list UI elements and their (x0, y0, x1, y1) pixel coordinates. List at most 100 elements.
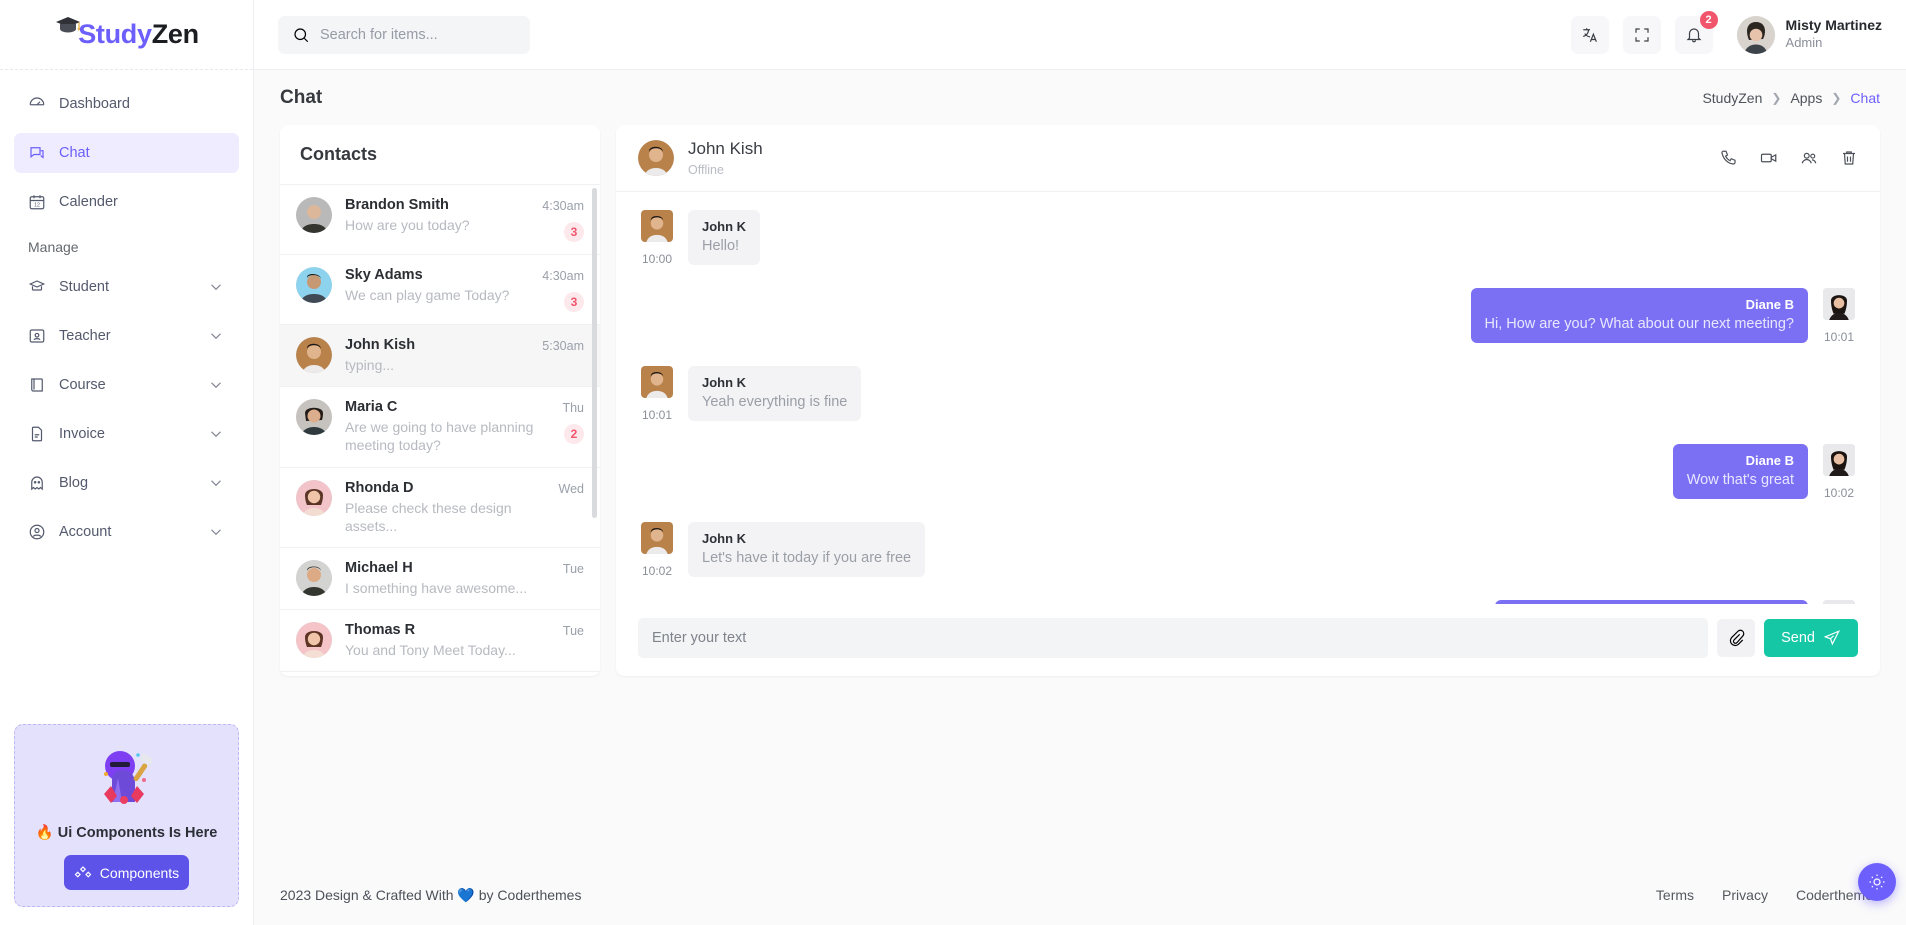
breadcrumb-item-apps[interactable]: Apps (1790, 90, 1822, 106)
sidebar-item-calender[interactable]: 12 Calender (14, 182, 239, 222)
mining-illustration (25, 740, 228, 818)
breadcrumb: StudyZen ❯ Apps ❯ Chat (1702, 90, 1880, 106)
footer-copyright-post: by Coderthemes (478, 886, 582, 903)
message-text: Yeah everything is fine (702, 394, 848, 410)
search-box[interactable] (278, 15, 530, 54)
contact-name: Rhonda D (345, 479, 414, 496)
contacts-list[interactable]: Brandon Smith How are you today? 4:30am … (280, 184, 600, 676)
book-icon (28, 376, 46, 394)
sidebar-item-label: Student (59, 279, 109, 295)
avatar (1736, 15, 1775, 54)
avatar (1823, 288, 1855, 320)
contact-time: 4:30am (542, 269, 584, 283)
language-button[interactable] (1570, 15, 1609, 54)
attach-button[interactable] (1717, 619, 1756, 657)
contact-message: How are you today? (345, 217, 470, 233)
message-text: Hi, How are you? What about our next mee… (1484, 316, 1795, 332)
contact-item-rhonda-d[interactable]: Rhonda D Please check these design asset… (280, 466, 600, 547)
contact-meta: 4:30am 3 (542, 267, 584, 312)
contact-meta: 4:30am 3 (542, 197, 584, 242)
contact-body: John Kish typing... (345, 337, 529, 374)
send-button-label: Send (1781, 630, 1815, 646)
theme-toggle-button[interactable] (1858, 863, 1896, 901)
avatar (296, 622, 332, 659)
message-item: 10:01 John K Yeah everything is fine (638, 366, 1858, 422)
sidebar-item-blog[interactable]: Blog (14, 463, 239, 503)
sun-icon (1868, 873, 1886, 891)
sidebar-item-dashboard[interactable]: Dashboard (14, 84, 239, 124)
message-sender: John K (702, 531, 747, 546)
chat-actions (1720, 149, 1858, 167)
components-button[interactable]: Components (64, 855, 189, 890)
message-item: Diane B Wow that's great 10:02 (638, 444, 1858, 500)
sidebar-item-invoice[interactable]: Invoice (14, 414, 239, 454)
chat-header: John Kish Offline (616, 125, 1880, 192)
calendar-icon: 12 (28, 193, 46, 211)
contact-item-jonsy-k[interactable]: Jonsy K Howdy? Tue (280, 671, 600, 676)
user-menu[interactable]: Misty Martinez Admin (1736, 15, 1882, 54)
sidebar-item-course[interactable]: Course (14, 365, 239, 405)
message-bubble: Diane B Wow that's great (1672, 444, 1808, 499)
call-button[interactable] (1720, 149, 1738, 167)
fullscreen-button[interactable] (1622, 15, 1661, 54)
message-input[interactable] (638, 618, 1709, 658)
sidebar-item-teacher[interactable]: Teacher (14, 316, 239, 356)
contacts-scrollbar[interactable] (592, 188, 597, 518)
notifications-button[interactable]: 2 (1674, 10, 1718, 54)
sidebar-item-student[interactable]: Student (14, 267, 239, 307)
message-item: 10:02 John K Let's have it today if you … (638, 522, 1858, 578)
search-icon (292, 26, 310, 44)
content: Contacts Brandon Smith How are you today… (254, 125, 1906, 865)
contact-body: Brandon Smith How are you today? (345, 197, 529, 234)
contact-name: Sky Adams (345, 267, 423, 283)
chat-peer-name: John Kish (688, 139, 763, 158)
chevron-down-icon (207, 523, 225, 541)
avatar (641, 522, 673, 554)
contact-meta: Tue (563, 560, 584, 576)
message-side: 10:02 (1820, 444, 1858, 500)
message-side: 10:01 (1820, 288, 1858, 344)
breadcrumb-item-studyzen[interactable]: StudyZen (1702, 90, 1762, 106)
sidebar-item-label: Dashboard (59, 96, 130, 112)
contact-item-sky-adams[interactable]: Sky Adams We can play game Today? 4:30am… (280, 254, 600, 324)
avatar (296, 337, 332, 373)
contact-item-john-kish[interactable]: John Kish typing... 5:30am (280, 324, 600, 387)
avatar (641, 210, 673, 242)
avatar (296, 197, 332, 233)
brand-text: StudyZen (78, 19, 199, 50)
footer-link-terms[interactable]: Terms (1656, 887, 1694, 903)
contact-item-maria-c[interactable]: Maria C Are we going to have planning me… (280, 386, 600, 466)
contact-message: typing... (345, 357, 395, 373)
contact-meta: Thu 2 (562, 399, 584, 445)
message-item: 10:00 John K Hello! (638, 210, 1858, 266)
sidebar-item-chat[interactable]: Chat (14, 133, 239, 173)
topbar: 2 Misty Martinez Admin (254, 0, 1906, 70)
video-call-button[interactable] (1760, 149, 1778, 167)
contact-time: 5:30am (542, 339, 584, 353)
sidebar-item-label: Invoice (59, 426, 105, 442)
contact-body: Michael H I something have awesome... (345, 560, 550, 597)
message-text: Hello! (702, 238, 740, 254)
page-header: Chat StudyZen ❯ Apps ❯ Chat (254, 70, 1906, 125)
user-role: Admin (1785, 34, 1823, 50)
send-plane-icon (1823, 629, 1841, 647)
dashboard-icon (28, 95, 46, 113)
contact-meta: 5:30am (542, 337, 584, 353)
message-time: 10:01 (641, 408, 673, 422)
message-bubble: Diane B Hi, How are you? What about our … (1470, 288, 1808, 343)
contact-item-brandon-smith[interactable]: Brandon Smith How are you today? 4:30am … (280, 184, 600, 254)
file-icon (28, 425, 46, 443)
participants-button[interactable] (1800, 149, 1818, 167)
sidebar-item-account[interactable]: Account (14, 512, 239, 552)
sidebar-item-label: Blog (59, 475, 89, 491)
sidebar-item-label: Course (59, 377, 106, 393)
message-bubble: John K Let's have it today if you are fr… (688, 522, 926, 577)
footer-link-privacy[interactable]: Privacy (1722, 887, 1768, 903)
contact-item-michael-h[interactable]: Michael H I something have awesome... Tu… (280, 546, 600, 609)
contact-item-thomas-r[interactable]: Thomas R You and Tony Meet Today... Tue (280, 609, 600, 671)
send-button[interactable]: Send (1764, 619, 1858, 657)
brand-logo[interactable]: StudyZen (0, 0, 253, 70)
search-input[interactable] (320, 26, 516, 43)
chevron-right-icon: ❯ (1771, 90, 1782, 105)
delete-chat-button[interactable] (1840, 149, 1858, 167)
